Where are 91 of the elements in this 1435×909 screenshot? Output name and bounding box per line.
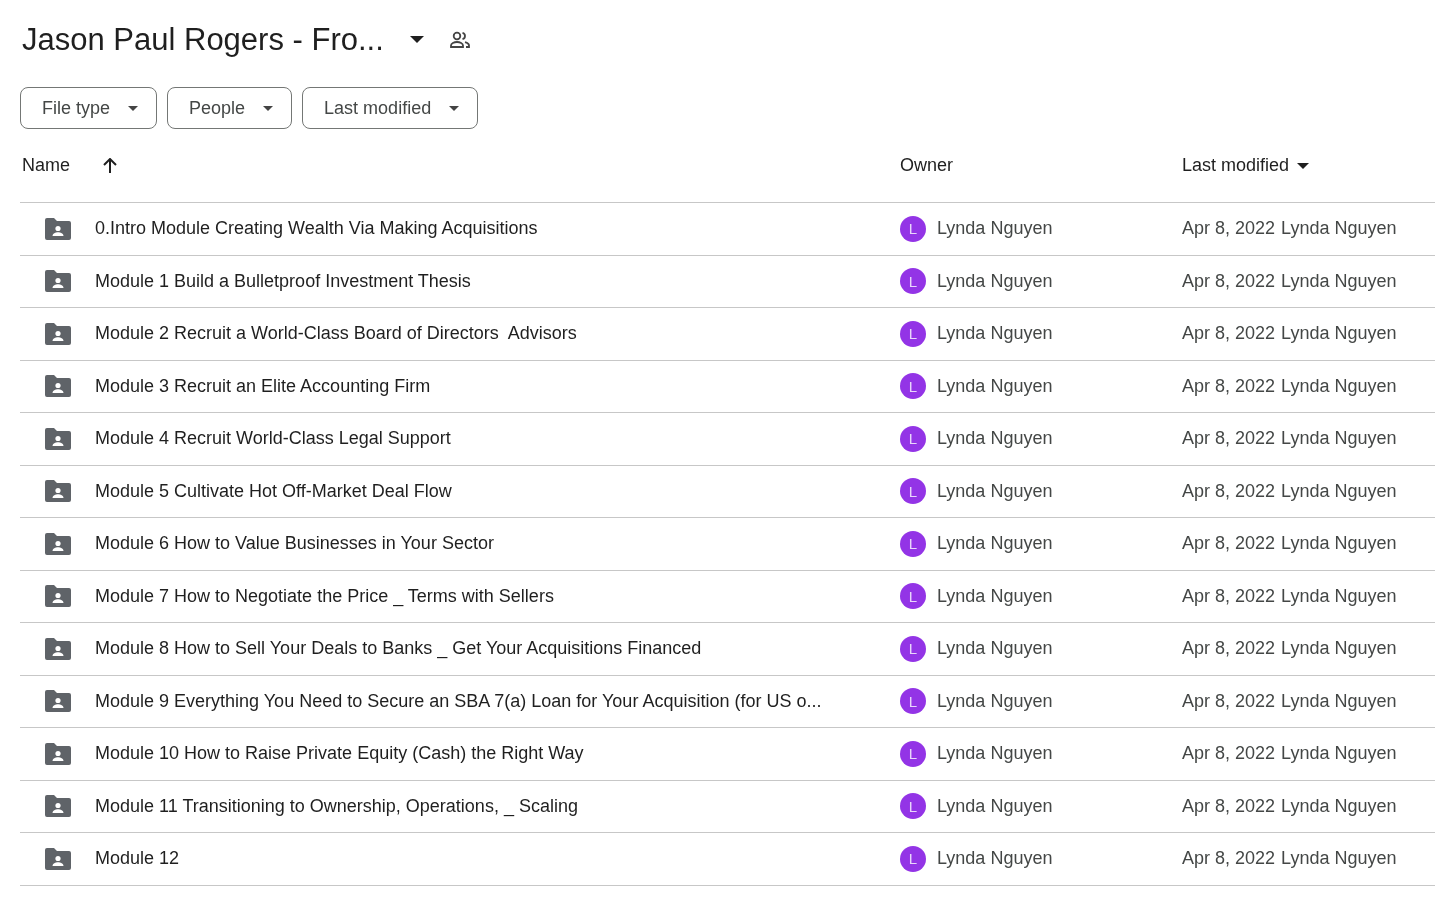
folder-name[interactable]: Module 8 How to Sell Your Deals to Banks _ Get Your Acquisitions Financed bbox=[95, 638, 702, 660]
sort-arrow-icon[interactable] bbox=[102, 157, 118, 174]
column-header[interactable]: Owner bbox=[900, 155, 953, 176]
shared-folder-icon bbox=[45, 480, 71, 503]
sort-caret-icon[interactable] bbox=[1297, 162, 1310, 169]
owner-avatar: L bbox=[900, 373, 926, 400]
caret-icon[interactable] bbox=[409, 36, 424, 44]
folder-name[interactable]: Module 5 Cultivate Hot Off-Market Deal Flow bbox=[95, 480, 452, 502]
owner-name: Lynda Nguyen bbox=[937, 585, 1053, 607]
modified-by: Lynda Nguyen bbox=[1281, 270, 1397, 292]
folder-name[interactable]: Module 2 Recruit a World-Class Board of Directors Advisors bbox=[95, 323, 577, 345]
column-header[interactable]: Name bbox=[22, 155, 70, 176]
owner-name: Lynda Nguyen bbox=[937, 533, 1053, 555]
owner-avatar: L bbox=[900, 215, 926, 242]
caret-icon bbox=[128, 105, 139, 111]
filter-chip[interactable]: Last modified bbox=[302, 87, 479, 129]
caret-icon bbox=[263, 105, 274, 111]
modified-by: Lynda Nguyen bbox=[1281, 638, 1397, 660]
modified-date: Apr 8, 2022 bbox=[1182, 375, 1276, 397]
modified-by: Lynda Nguyen bbox=[1281, 323, 1397, 345]
shared-folder-icon bbox=[45, 690, 71, 713]
owner-name: Lynda Nguyen bbox=[937, 743, 1053, 765]
folder-name[interactable]: Module 1 Build a Bulletproof Investment Thesis bbox=[95, 270, 471, 292]
shared-folder-icon bbox=[45, 742, 71, 765]
shared-folder-icon bbox=[45, 322, 71, 345]
caret-icon bbox=[449, 105, 460, 111]
owner-avatar: L bbox=[900, 425, 926, 452]
modified-date: Apr 8, 2022 bbox=[1182, 270, 1276, 292]
owner-avatar: L bbox=[900, 635, 926, 662]
modified-date: Apr 8, 2022 bbox=[1182, 848, 1276, 870]
owner-name: Lynda Nguyen bbox=[937, 375, 1053, 397]
filter-chip[interactable]: People bbox=[167, 87, 293, 129]
folder-name[interactable]: Module 4 Recruit World-Class Legal Support bbox=[95, 428, 451, 450]
owner-avatar: L bbox=[900, 268, 926, 295]
owner-avatar: L bbox=[900, 740, 926, 767]
owner-avatar: L bbox=[900, 583, 926, 610]
shared-folder-icon bbox=[45, 795, 71, 818]
modified-date: Apr 8, 2022 bbox=[1182, 533, 1276, 555]
modified-date: Apr 8, 2022 bbox=[1182, 690, 1276, 712]
owner-avatar: L bbox=[900, 688, 926, 715]
folder-name[interactable]: Module 7 How to Negotiate the Price _ Terms with Sellers bbox=[95, 585, 554, 607]
owner-name: Lynda Nguyen bbox=[937, 690, 1053, 712]
modified-by: Lynda Nguyen bbox=[1281, 690, 1397, 712]
shared-folder-icon bbox=[45, 375, 71, 398]
shared-folder-icon bbox=[45, 585, 71, 608]
owner-name: Lynda Nguyen bbox=[937, 480, 1053, 502]
owner-name: Lynda Nguyen bbox=[937, 795, 1053, 817]
modified-by: Lynda Nguyen bbox=[1281, 533, 1397, 555]
owner-avatar: L bbox=[900, 478, 926, 505]
folder-name[interactable]: Module 10 How to Raise Private Equity (Cash) the Right Way bbox=[95, 743, 584, 765]
modified-date: Apr 8, 2022 bbox=[1182, 585, 1276, 607]
shared-folder-icon bbox=[45, 847, 71, 870]
shared-folder-icon bbox=[45, 427, 71, 450]
folder-name[interactable]: Module 3 Recruit an Elite Accounting Firm bbox=[95, 375, 431, 397]
modified-date: Apr 8, 2022 bbox=[1182, 323, 1276, 345]
owner-name: Lynda Nguyen bbox=[937, 323, 1053, 345]
owner-avatar: L bbox=[900, 320, 926, 347]
folder-name[interactable]: Module 6 How to Value Businesses in Your Sector bbox=[95, 533, 494, 555]
modified-date: Apr 8, 2022 bbox=[1182, 795, 1276, 817]
owner-name: Lynda Nguyen bbox=[937, 218, 1053, 240]
folder-name[interactable]: Module 11 Transitioning to Ownership, Operations, _ Scaling bbox=[95, 795, 578, 817]
modified-by: Lynda Nguyen bbox=[1281, 585, 1397, 607]
modified-date: Apr 8, 2022 bbox=[1182, 428, 1276, 450]
owner-name: Lynda Nguyen bbox=[937, 270, 1053, 292]
modified-date: Apr 8, 2022 bbox=[1182, 480, 1276, 502]
shared-folder-icon bbox=[45, 270, 71, 293]
modified-date: Apr 8, 2022 bbox=[1182, 218, 1276, 240]
column-header[interactable]: Last modified bbox=[1182, 155, 1290, 176]
modified-date: Apr 8, 2022 bbox=[1182, 743, 1276, 765]
owner-avatar: L bbox=[900, 530, 926, 557]
folder-name[interactable]: Module 9 Everything You Need to Secure an SBA 7(a) Loan for Your Acquisition (for US o... bbox=[95, 690, 822, 712]
modified-by: Lynda Nguyen bbox=[1281, 848, 1397, 870]
modified-by: Lynda Nguyen bbox=[1281, 375, 1397, 397]
owner-name: Lynda Nguyen bbox=[937, 638, 1053, 660]
modified-by: Lynda Nguyen bbox=[1281, 218, 1397, 240]
owner-avatar: L bbox=[900, 845, 926, 872]
filter-chip[interactable]: File type bbox=[20, 87, 158, 129]
folder-name[interactable]: Module 12 bbox=[95, 848, 180, 870]
modified-by: Lynda Nguyen bbox=[1281, 428, 1397, 450]
modified-by: Lynda Nguyen bbox=[1281, 480, 1397, 502]
owner-name: Lynda Nguyen bbox=[937, 428, 1053, 450]
shared-folder-icon bbox=[45, 217, 71, 240]
owner-avatar: L bbox=[900, 793, 926, 820]
modified-date: Apr 8, 2022 bbox=[1182, 638, 1276, 660]
shared-folder-icon bbox=[45, 637, 71, 660]
owner-name: Lynda Nguyen bbox=[937, 848, 1053, 870]
modified-by: Lynda Nguyen bbox=[1281, 743, 1397, 765]
folder-name[interactable]: 0.Intro Module Creating Wealth Via Making Acquisitions bbox=[95, 218, 538, 240]
modified-by: Lynda Nguyen bbox=[1281, 795, 1397, 817]
shared-folder-icon bbox=[45, 532, 71, 555]
folder-title: Jason Paul Rogers - Fro... bbox=[22, 22, 384, 58]
